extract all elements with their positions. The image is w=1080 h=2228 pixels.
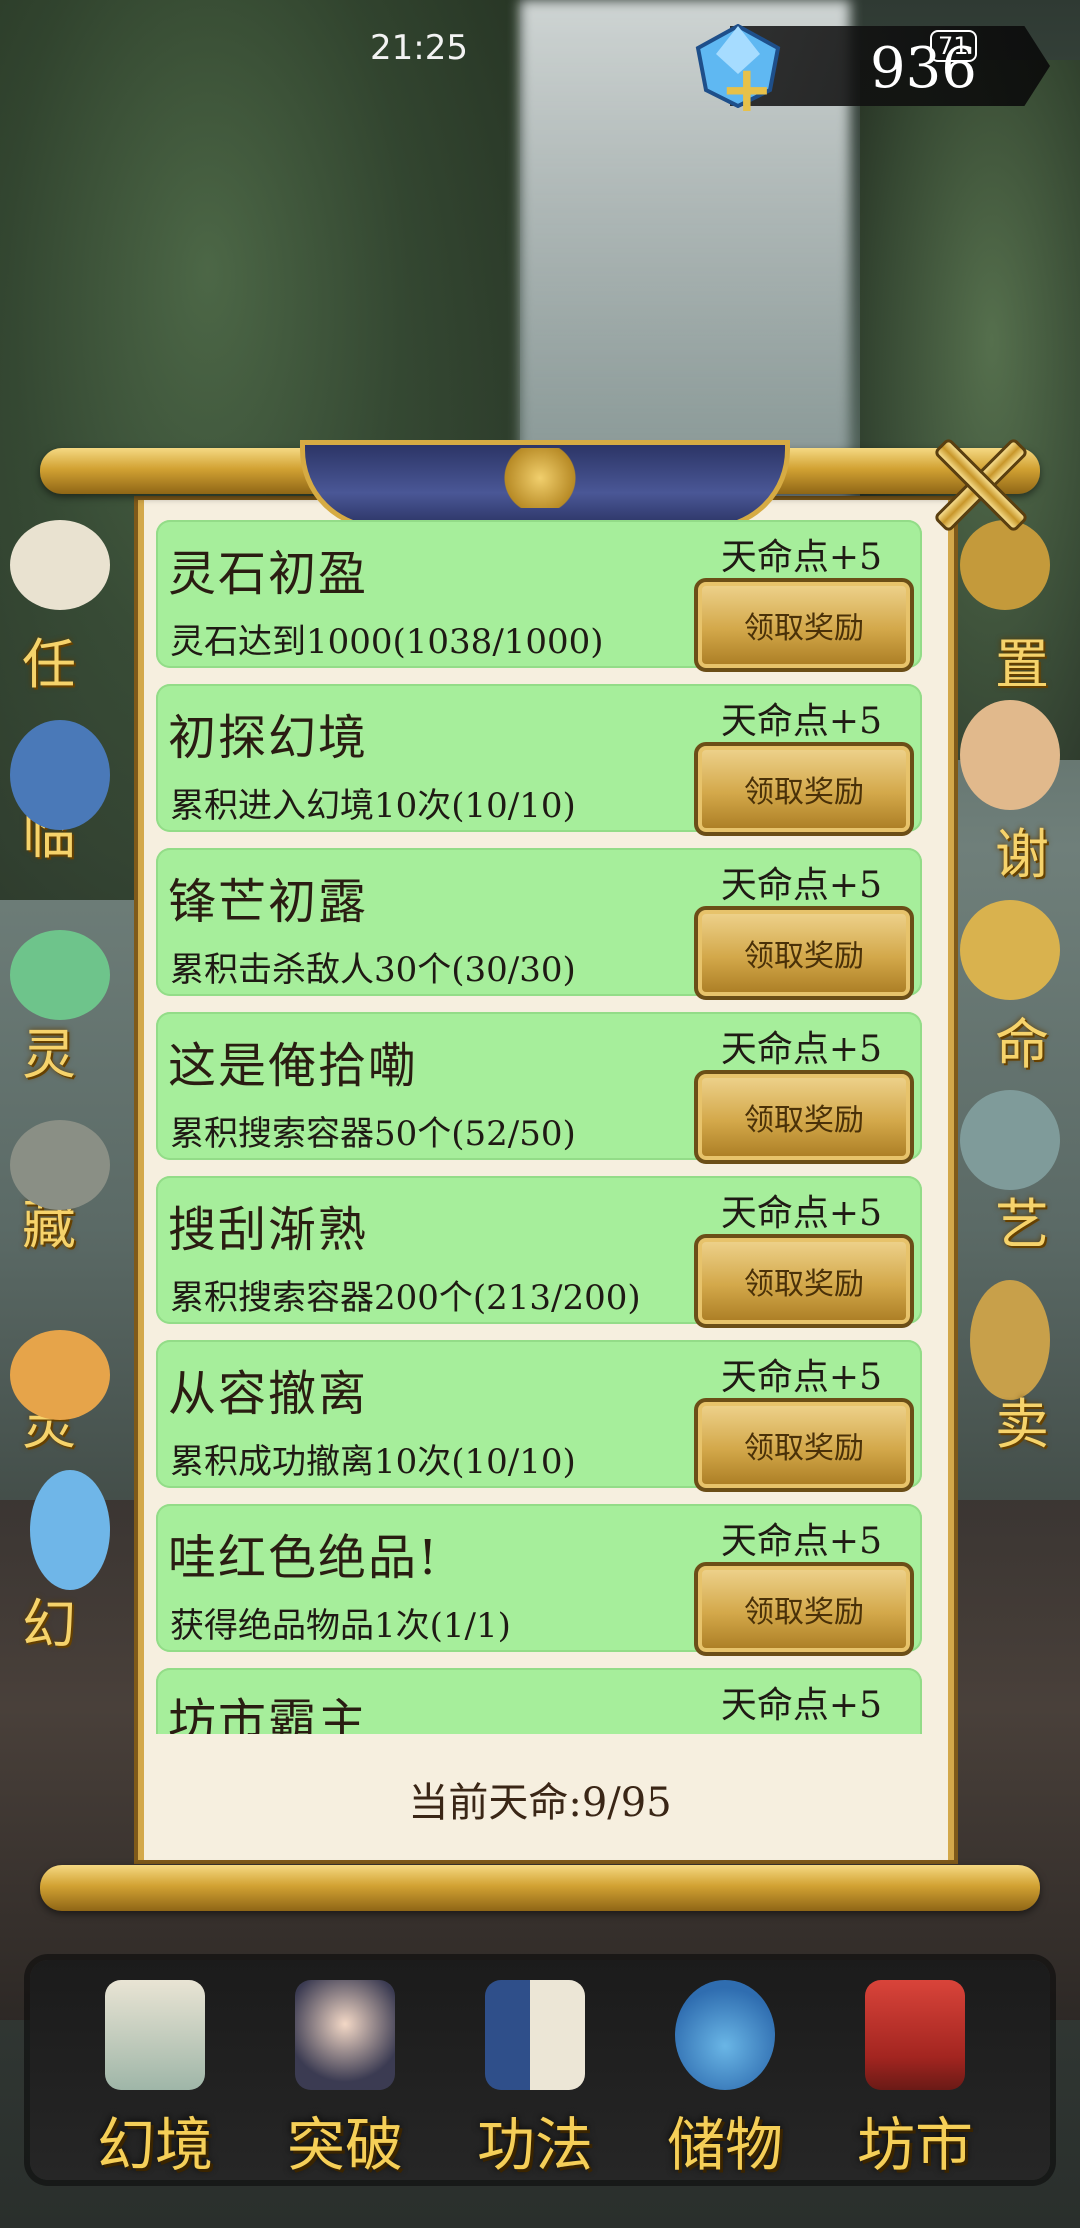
task-desc: 灵石达到1000(1038/1000): [170, 622, 604, 662]
side-menu-right-2[interactable]: 谢: [995, 810, 1049, 889]
bag-icon: [675, 1980, 775, 2090]
side-menu-left-3[interactable]: 灵: [22, 1010, 76, 1089]
claim-reward-button[interactable]: 领取奖励: [694, 1234, 914, 1328]
task-title: 坊市霸主: [168, 1694, 369, 1734]
task-card: 这是俺拾嘞 天命点+5 累积搜索容器50个(52/50) 领取奖励: [156, 1012, 922, 1164]
destiny-seal-icon: [960, 900, 1060, 1000]
task-card: 锋芒初露 天命点+5 累积击杀敌人30个(30/30) 领取奖励: [156, 848, 922, 1000]
task-list[interactable]: 灵石初盈 天命点+5 灵石达到1000(1038/1000) 领取奖励 初探幻境…: [152, 520, 928, 1734]
task-card: 哇红色绝品! 天命点+5 获得绝品物品1次(1/1) 领取奖励: [156, 1504, 922, 1656]
nav-item-market[interactable]: 坊市: [820, 1960, 1010, 2180]
lotus-bowl-icon: [10, 930, 110, 1020]
task-reward: 天命点+5: [720, 1685, 882, 1726]
settings-gear-icon: [960, 520, 1050, 610]
task-reward: 天命点+5: [720, 537, 882, 578]
lotus-ornament-icon: [500, 448, 580, 508]
nav-item-breakthrough[interactable]: 突破: [250, 1960, 440, 2180]
cultivator-avatar-icon: [295, 1980, 395, 2090]
book-icon: [485, 1980, 585, 2090]
task-desc: 累积进入幻境10次(10/10): [170, 786, 576, 826]
nav-item-illusion[interactable]: 幻境: [60, 1960, 250, 2180]
claim-reward-button[interactable]: 领取奖励: [694, 906, 914, 1000]
task-card: 坊市霸主 天命点+5: [156, 1668, 922, 1734]
nav-label: 幻境: [96, 2111, 213, 2179]
task-desc: 累积搜索容器200个(213/200): [170, 1278, 641, 1318]
scroll-bottom-rod: [40, 1865, 1040, 1911]
task-reward: 天命点+5: [720, 1521, 882, 1562]
claim-reward-button[interactable]: 领取奖励: [694, 1398, 914, 1492]
claim-reward-button[interactable]: 领取奖励: [694, 1562, 914, 1656]
battery-badge: 71: [930, 30, 977, 62]
egg-icon: [30, 1470, 110, 1590]
claim-reward-button[interactable]: 领取奖励: [694, 742, 914, 836]
task-title: 搜刮渐熟: [168, 1202, 369, 1258]
task-title: 从容撤离: [168, 1366, 369, 1422]
side-menu-right-4[interactable]: 艺: [995, 1180, 1049, 1259]
nav-item-technique[interactable]: 功法: [440, 1960, 630, 2180]
gem-currency-bar[interactable]: + 936 71: [690, 20, 1070, 122]
spirit-beast-icon: [10, 1330, 110, 1420]
nav-label: 坊市: [856, 2111, 973, 2179]
nav-label: 突破: [286, 2111, 403, 2179]
task-card: 初探幻境 天命点+5 累积进入幻境10次(10/10) 领取奖励: [156, 684, 922, 836]
task-title: 灵石初盈: [168, 546, 369, 602]
nav-label: 储物: [666, 2111, 783, 2179]
side-menu-right-5[interactable]: 卖: [995, 1380, 1049, 1459]
task-title: 哇红色绝品!: [168, 1530, 440, 1586]
current-destiny-label: 当前天命:9/95: [408, 1780, 672, 1826]
market-gate-icon: [865, 1980, 965, 2090]
task-desc: 累积搜索容器50个(52/50): [170, 1114, 576, 1154]
pouch-icon: [10, 720, 110, 830]
task-desc: 累积击杀敌人30个(30/30): [170, 950, 576, 990]
task-reward: 天命点+5: [720, 1029, 882, 1070]
task-reward: 天命点+5: [720, 1357, 882, 1398]
task-title: 初探幻境: [168, 710, 369, 766]
bottom-nav: 幻境 突破 功法 储物 坊市: [30, 1960, 1050, 2180]
scroll-painting-icon: [105, 1980, 205, 2090]
cauldron-icon: [10, 1120, 110, 1210]
claim-reward-button[interactable]: 领取奖励: [694, 1070, 914, 1164]
task-card: 灵石初盈 天命点+5 灵石达到1000(1038/1000) 领取奖励: [156, 520, 922, 672]
nav-item-storage[interactable]: 储物: [630, 1960, 820, 2180]
task-reward: 天命点+5: [720, 701, 882, 742]
task-card: 搜刮渐熟 天命点+5 累积搜索容器200个(213/200) 领取奖励: [156, 1176, 922, 1328]
task-desc: 获得绝品物品1次(1/1): [170, 1606, 511, 1646]
teapot-icon: [960, 1090, 1060, 1190]
status-time: 21:25: [370, 28, 468, 68]
nav-label: 功法: [476, 2111, 593, 2179]
task-title: 锋芒初露: [168, 874, 369, 930]
task-reward: 天命点+5: [720, 1193, 882, 1234]
task-title: 这是俺拾嘞: [168, 1038, 419, 1094]
task-card: 从容撤离 天命点+5 累积成功撤离10次(10/10) 领取奖励: [156, 1340, 922, 1492]
side-menu-right-1[interactable]: 置: [995, 620, 1049, 699]
side-menu-left-1[interactable]: 任: [22, 620, 76, 699]
close-button[interactable]: [926, 432, 1030, 534]
add-gem-icon[interactable]: +: [720, 58, 774, 122]
praying-hands-icon: [960, 700, 1060, 810]
task-reward: 天命点+5: [720, 865, 882, 906]
task-book-icon: [10, 520, 110, 610]
side-menu-right-3[interactable]: 命: [995, 1000, 1049, 1079]
claim-reward-button[interactable]: 领取奖励: [694, 578, 914, 672]
task-desc: 累积成功撤离10次(10/10): [170, 1442, 576, 1482]
side-menu-left-6[interactable]: 幻: [22, 1580, 76, 1659]
